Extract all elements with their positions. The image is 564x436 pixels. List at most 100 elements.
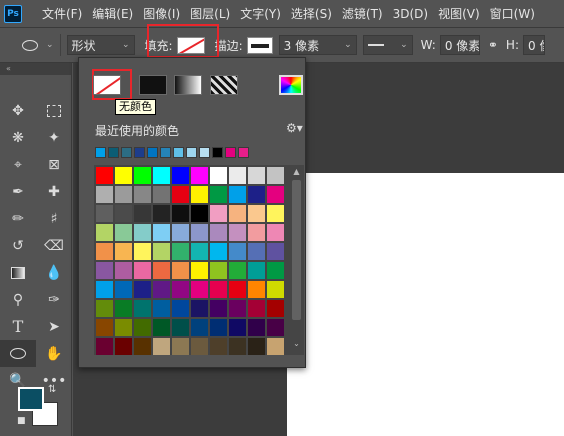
color-swatch[interactable] xyxy=(229,300,246,317)
recent-color-swatch[interactable] xyxy=(160,147,171,158)
clone-stamp-tool-icon[interactable]: ♯ xyxy=(36,205,72,232)
tool-mode-select[interactable]: 形状 ⌄ xyxy=(66,35,135,55)
color-swatch[interactable] xyxy=(115,319,132,336)
color-swatch[interactable] xyxy=(153,167,170,184)
recent-color-swatch[interactable] xyxy=(108,147,119,158)
recent-color-swatch[interactable] xyxy=(186,147,197,158)
color-swatch[interactable] xyxy=(96,243,113,260)
document-canvas[interactable] xyxy=(287,173,564,436)
color-swatch[interactable] xyxy=(134,262,151,279)
swap-colors-icon[interactable]: ⇅ xyxy=(48,384,56,395)
color-swatch[interactable] xyxy=(248,338,265,355)
color-swatch[interactable] xyxy=(267,300,284,317)
color-swatch[interactable] xyxy=(115,167,132,184)
solid-color-button[interactable] xyxy=(139,75,167,95)
move-tool-icon[interactable]: ✥ xyxy=(0,97,36,124)
color-swatch[interactable] xyxy=(210,167,227,184)
color-swatch[interactable] xyxy=(248,243,265,260)
color-swatch[interactable] xyxy=(191,281,208,298)
recent-color-swatch[interactable] xyxy=(134,147,145,158)
recent-color-swatch[interactable] xyxy=(121,147,132,158)
crop-tool-icon[interactable]: ⌖ xyxy=(0,151,36,178)
color-swatch[interactable] xyxy=(248,281,265,298)
stroke-type-select[interactable]: ⌄ xyxy=(362,35,413,55)
color-swatch[interactable] xyxy=(172,243,189,260)
menu-image[interactable]: 图像(I) xyxy=(143,5,180,22)
eyedropper-tool-icon[interactable]: ✒ xyxy=(0,178,36,205)
preset-dropdown-icon[interactable]: ⌄ xyxy=(46,40,54,50)
color-swatch[interactable] xyxy=(267,262,284,279)
color-swatch[interactable] xyxy=(153,243,170,260)
color-swatch[interactable] xyxy=(267,224,284,241)
scroll-thumb[interactable] xyxy=(292,180,301,320)
color-swatch[interactable] xyxy=(96,338,113,355)
color-swatch[interactable] xyxy=(210,300,227,317)
gradient-button[interactable] xyxy=(174,75,202,95)
default-colors-icon[interactable]: ■ xyxy=(17,416,26,426)
recent-color-swatch[interactable] xyxy=(95,147,106,158)
menu-filter[interactable]: 滤镜(T) xyxy=(342,5,383,22)
color-swatch[interactable] xyxy=(172,338,189,355)
color-swatch[interactable] xyxy=(210,319,227,336)
color-swatch[interactable] xyxy=(191,338,208,355)
color-swatch[interactable] xyxy=(115,186,132,203)
color-swatch[interactable] xyxy=(96,262,113,279)
recent-color-swatch[interactable] xyxy=(238,147,249,158)
color-swatch[interactable] xyxy=(229,205,246,222)
recent-color-swatch[interactable] xyxy=(225,147,236,158)
color-swatch[interactable] xyxy=(153,186,170,203)
recent-color-swatch[interactable] xyxy=(173,147,184,158)
brush-tool-icon[interactable]: ✏ xyxy=(0,205,36,232)
color-swatch[interactable] xyxy=(115,262,132,279)
color-swatch[interactable] xyxy=(172,167,189,184)
color-swatch[interactable] xyxy=(134,167,151,184)
color-swatch[interactable] xyxy=(229,281,246,298)
width-field[interactable]: 0 像素 xyxy=(439,35,480,55)
color-swatch[interactable] xyxy=(134,186,151,203)
panel-collapse-icon[interactable]: « xyxy=(0,63,71,75)
color-swatch[interactable] xyxy=(153,262,170,279)
color-swatch[interactable] xyxy=(172,300,189,317)
color-swatch[interactable] xyxy=(229,186,246,203)
color-swatch[interactable] xyxy=(191,300,208,317)
color-swatch[interactable] xyxy=(191,262,208,279)
color-swatch[interactable] xyxy=(134,243,151,260)
marquee-tool-icon[interactable] xyxy=(36,97,72,124)
color-swatch[interactable] xyxy=(210,186,227,203)
color-swatch[interactable] xyxy=(229,262,246,279)
color-swatch[interactable] xyxy=(172,186,189,203)
color-swatch[interactable] xyxy=(134,338,151,355)
color-swatch[interactable] xyxy=(153,300,170,317)
color-swatch[interactable] xyxy=(267,281,284,298)
color-swatch[interactable] xyxy=(248,319,265,336)
menu-layer[interactable]: 图层(L) xyxy=(190,5,230,22)
color-swatch[interactable] xyxy=(191,224,208,241)
menu-window[interactable]: 窗口(W) xyxy=(490,5,535,22)
color-swatch[interactable] xyxy=(96,281,113,298)
color-swatch[interactable] xyxy=(210,281,227,298)
menu-edit[interactable]: 编辑(E) xyxy=(92,5,133,22)
color-swatch[interactable] xyxy=(267,205,284,222)
color-swatch[interactable] xyxy=(267,243,284,260)
color-swatch[interactable] xyxy=(267,338,284,355)
color-swatch[interactable] xyxy=(267,167,284,184)
scroll-down-icon[interactable]: ⌄ xyxy=(290,339,303,348)
color-swatch[interactable] xyxy=(153,205,170,222)
ellipse-tool-preset-icon[interactable] xyxy=(22,39,38,51)
type-tool-icon[interactable]: T xyxy=(0,313,36,340)
color-swatch[interactable] xyxy=(248,300,265,317)
color-swatch[interactable] xyxy=(115,281,132,298)
path-selection-tool-icon[interactable]: ➤ xyxy=(36,313,72,340)
menu-type[interactable]: 文字(Y) xyxy=(240,5,281,22)
stroke-width-field[interactable]: 3 像素 ⌄ xyxy=(278,35,357,55)
color-swatch[interactable] xyxy=(191,319,208,336)
color-swatch[interactable] xyxy=(248,205,265,222)
history-brush-tool-icon[interactable]: ↺ xyxy=(0,232,36,259)
color-swatch[interactable] xyxy=(172,319,189,336)
foreground-color-swatch[interactable] xyxy=(18,387,44,411)
color-swatch[interactable] xyxy=(172,281,189,298)
color-swatch[interactable] xyxy=(267,186,284,203)
color-swatch[interactable] xyxy=(172,205,189,222)
color-swatch[interactable] xyxy=(172,262,189,279)
color-swatch[interactable] xyxy=(210,243,227,260)
